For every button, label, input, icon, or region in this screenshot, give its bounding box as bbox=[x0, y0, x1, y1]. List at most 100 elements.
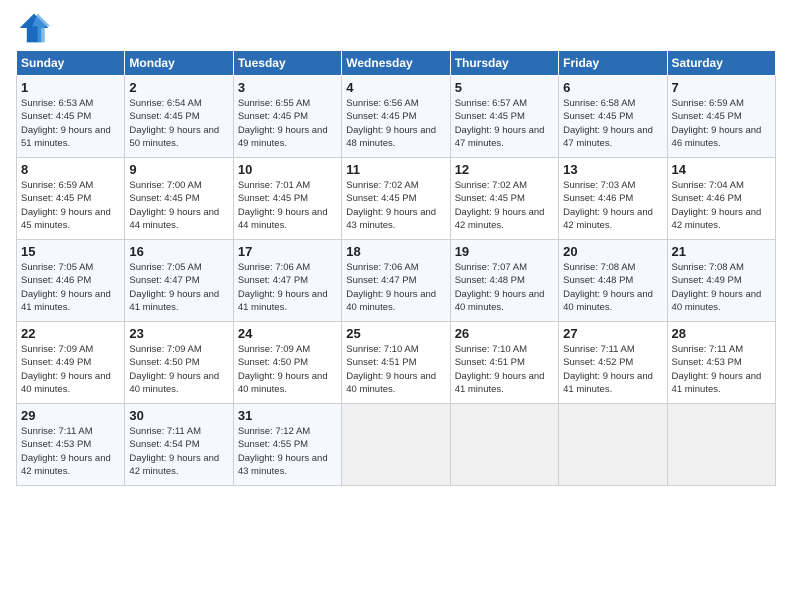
day-number: 12 bbox=[455, 162, 554, 177]
day-number: 8 bbox=[21, 162, 120, 177]
calendar-cell bbox=[450, 404, 558, 486]
logo bbox=[16, 10, 56, 46]
day-number: 19 bbox=[455, 244, 554, 259]
day-number: 10 bbox=[238, 162, 337, 177]
calendar-table: Sunday Monday Tuesday Wednesday Thursday… bbox=[16, 50, 776, 486]
calendar-week-1: 1Sunrise: 6:53 AM Sunset: 4:45 PM Daylig… bbox=[17, 76, 776, 158]
day-info: Sunrise: 6:57 AM Sunset: 4:45 PM Dayligh… bbox=[455, 97, 554, 150]
main-container: Sunday Monday Tuesday Wednesday Thursday… bbox=[0, 0, 792, 494]
calendar-cell: 24 Sunrise: 7:09 AM Sunset: 4:50 PM Dayli… bbox=[233, 322, 341, 404]
day-number: 15 bbox=[21, 244, 120, 259]
day-info: Sunrise: 7:11 AM Sunset: 4:52 PM Dayligh… bbox=[563, 343, 662, 396]
calendar-cell: 19Sunrise: 7:07 AM Sunset: 4:48 PM Dayli… bbox=[450, 240, 558, 322]
day-number: 22 bbox=[21, 326, 120, 341]
day-number: 28 bbox=[672, 326, 771, 341]
day-number: 23 bbox=[129, 326, 228, 341]
header-row: Sunday Monday Tuesday Wednesday Thursday… bbox=[17, 51, 776, 76]
day-number: 14 bbox=[672, 162, 771, 177]
day-info: Sunrise: 7:08 AM Sunset: 4:49 PM Dayligh… bbox=[672, 261, 771, 314]
calendar-cell: 18Sunrise: 7:06 AM Sunset: 4:47 PM Dayli… bbox=[342, 240, 450, 322]
day-number: 31 bbox=[238, 408, 337, 423]
calendar-cell: 9Sunrise: 7:00 AM Sunset: 4:45 PM Daylig… bbox=[125, 158, 233, 240]
day-info: Sunrise: 7:11 AM Sunset: 4:53 PM Dayligh… bbox=[672, 343, 771, 396]
day-number: 2 bbox=[129, 80, 228, 95]
day-info: Sunrise: 7:05 AM Sunset: 4:47 PM Dayligh… bbox=[129, 261, 228, 314]
calendar-cell bbox=[342, 404, 450, 486]
day-number: 7 bbox=[672, 80, 771, 95]
day-number: 5 bbox=[455, 80, 554, 95]
day-info: Sunrise: 6:59 AM Sunset: 4:45 PM Dayligh… bbox=[21, 179, 120, 232]
day-info: Sunrise: 7:09 AM Sunset: 4:50 PM Dayligh… bbox=[129, 343, 228, 396]
day-number: 4 bbox=[346, 80, 445, 95]
day-info: Sunrise: 6:56 AM Sunset: 4:45 PM Dayligh… bbox=[346, 97, 445, 150]
day-info: Sunrise: 7:02 AM Sunset: 4:45 PM Dayligh… bbox=[346, 179, 445, 232]
day-number: 16 bbox=[129, 244, 228, 259]
col-wednesday: Wednesday bbox=[342, 51, 450, 76]
calendar-cell: 12Sunrise: 7:02 AM Sunset: 4:45 PM Dayli… bbox=[450, 158, 558, 240]
calendar-header: Sunday Monday Tuesday Wednesday Thursday… bbox=[17, 51, 776, 76]
calendar-cell: 27 Sunrise: 7:11 AM Sunset: 4:52 PM Dayli… bbox=[559, 322, 667, 404]
day-info: Sunrise: 7:09 AM Sunset: 4:50 PM Dayligh… bbox=[238, 343, 337, 396]
calendar-cell: 3 Sunrise: 6:55 AM Sunset: 4:45 PM Daylig… bbox=[233, 76, 341, 158]
day-info: Sunrise: 7:01 AM Sunset: 4:45 PM Dayligh… bbox=[238, 179, 337, 232]
day-info: Sunrise: 7:03 AM Sunset: 4:46 PM Dayligh… bbox=[563, 179, 662, 232]
day-number: 25 bbox=[346, 326, 445, 341]
calendar-cell bbox=[667, 404, 775, 486]
day-number: 30 bbox=[129, 408, 228, 423]
calendar-cell: 11 Sunrise: 7:02 AM Sunset: 4:45 PM Dayli… bbox=[342, 158, 450, 240]
col-friday: Friday bbox=[559, 51, 667, 76]
day-info: Sunrise: 6:54 AM Sunset: 4:45 PM Dayligh… bbox=[129, 97, 228, 150]
col-saturday: Saturday bbox=[667, 51, 775, 76]
day-number: 20 bbox=[563, 244, 662, 259]
calendar-body: 1Sunrise: 6:53 AM Sunset: 4:45 PM Daylig… bbox=[17, 76, 776, 486]
day-number: 18 bbox=[346, 244, 445, 259]
calendar-week-2: 8 Sunrise: 6:59 AM Sunset: 4:45 PM Daylig… bbox=[17, 158, 776, 240]
col-tuesday: Tuesday bbox=[233, 51, 341, 76]
calendar-cell: 15 Sunrise: 7:05 AM Sunset: 4:46 PM Dayli… bbox=[17, 240, 125, 322]
day-number: 11 bbox=[346, 162, 445, 177]
calendar-cell: 6 Sunrise: 6:58 AM Sunset: 4:45 PM Daylig… bbox=[559, 76, 667, 158]
calendar-cell: 22Sunrise: 7:09 AM Sunset: 4:49 PM Dayli… bbox=[17, 322, 125, 404]
calendar-cell: 10 Sunrise: 7:01 AM Sunset: 4:45 PM Dayli… bbox=[233, 158, 341, 240]
day-info: Sunrise: 7:06 AM Sunset: 4:47 PM Dayligh… bbox=[238, 261, 337, 314]
day-number: 27 bbox=[563, 326, 662, 341]
col-thursday: Thursday bbox=[450, 51, 558, 76]
calendar-cell: 30Sunrise: 7:11 AM Sunset: 4:54 PM Dayli… bbox=[125, 404, 233, 486]
day-info: Sunrise: 7:10 AM Sunset: 4:51 PM Dayligh… bbox=[455, 343, 554, 396]
day-number: 13 bbox=[563, 162, 662, 177]
day-number: 3 bbox=[238, 80, 337, 95]
calendar-week-5: 29Sunrise: 7:11 AM Sunset: 4:53 PM Dayli… bbox=[17, 404, 776, 486]
calendar-cell: 17 Sunrise: 7:06 AM Sunset: 4:47 PM Dayli… bbox=[233, 240, 341, 322]
day-number: 9 bbox=[129, 162, 228, 177]
col-monday: Monday bbox=[125, 51, 233, 76]
logo-icon bbox=[16, 10, 52, 46]
day-number: 6 bbox=[563, 80, 662, 95]
calendar-week-4: 22Sunrise: 7:09 AM Sunset: 4:49 PM Dayli… bbox=[17, 322, 776, 404]
calendar-cell: 4 Sunrise: 6:56 AM Sunset: 4:45 PM Daylig… bbox=[342, 76, 450, 158]
day-info: Sunrise: 6:53 AM Sunset: 4:45 PM Dayligh… bbox=[21, 97, 120, 150]
calendar-cell: 21 Sunrise: 7:08 AM Sunset: 4:49 PM Dayli… bbox=[667, 240, 775, 322]
calendar-cell: 8 Sunrise: 6:59 AM Sunset: 4:45 PM Daylig… bbox=[17, 158, 125, 240]
calendar-cell: 20 Sunrise: 7:08 AM Sunset: 4:48 PM Dayli… bbox=[559, 240, 667, 322]
calendar-cell: 31 Sunrise: 7:12 AM Sunset: 4:55 PM Dayli… bbox=[233, 404, 341, 486]
day-info: Sunrise: 7:05 AM Sunset: 4:46 PM Dayligh… bbox=[21, 261, 120, 314]
calendar-cell: 16 Sunrise: 7:05 AM Sunset: 4:47 PM Dayli… bbox=[125, 240, 233, 322]
day-info: Sunrise: 6:55 AM Sunset: 4:45 PM Dayligh… bbox=[238, 97, 337, 150]
day-info: Sunrise: 6:58 AM Sunset: 4:45 PM Dayligh… bbox=[563, 97, 662, 150]
calendar-cell: 13 Sunrise: 7:03 AM Sunset: 4:46 PM Dayli… bbox=[559, 158, 667, 240]
day-info: Sunrise: 7:04 AM Sunset: 4:46 PM Dayligh… bbox=[672, 179, 771, 232]
day-number: 24 bbox=[238, 326, 337, 341]
day-info: Sunrise: 7:11 AM Sunset: 4:53 PM Dayligh… bbox=[21, 425, 120, 478]
calendar-cell: 2 Sunrise: 6:54 AM Sunset: 4:45 PM Daylig… bbox=[125, 76, 233, 158]
day-info: Sunrise: 7:12 AM Sunset: 4:55 PM Dayligh… bbox=[238, 425, 337, 478]
calendar-cell: 26Sunrise: 7:10 AM Sunset: 4:51 PM Dayli… bbox=[450, 322, 558, 404]
header bbox=[16, 10, 776, 46]
day-number: 17 bbox=[238, 244, 337, 259]
calendar-cell: 7 Sunrise: 6:59 AM Sunset: 4:45 PM Daylig… bbox=[667, 76, 775, 158]
calendar-cell: 23 Sunrise: 7:09 AM Sunset: 4:50 PM Dayli… bbox=[125, 322, 233, 404]
day-info: Sunrise: 7:08 AM Sunset: 4:48 PM Dayligh… bbox=[563, 261, 662, 314]
day-number: 21 bbox=[672, 244, 771, 259]
calendar-cell: 29Sunrise: 7:11 AM Sunset: 4:53 PM Dayli… bbox=[17, 404, 125, 486]
day-info: Sunrise: 6:59 AM Sunset: 4:45 PM Dayligh… bbox=[672, 97, 771, 150]
calendar-cell: 25Sunrise: 7:10 AM Sunset: 4:51 PM Dayli… bbox=[342, 322, 450, 404]
